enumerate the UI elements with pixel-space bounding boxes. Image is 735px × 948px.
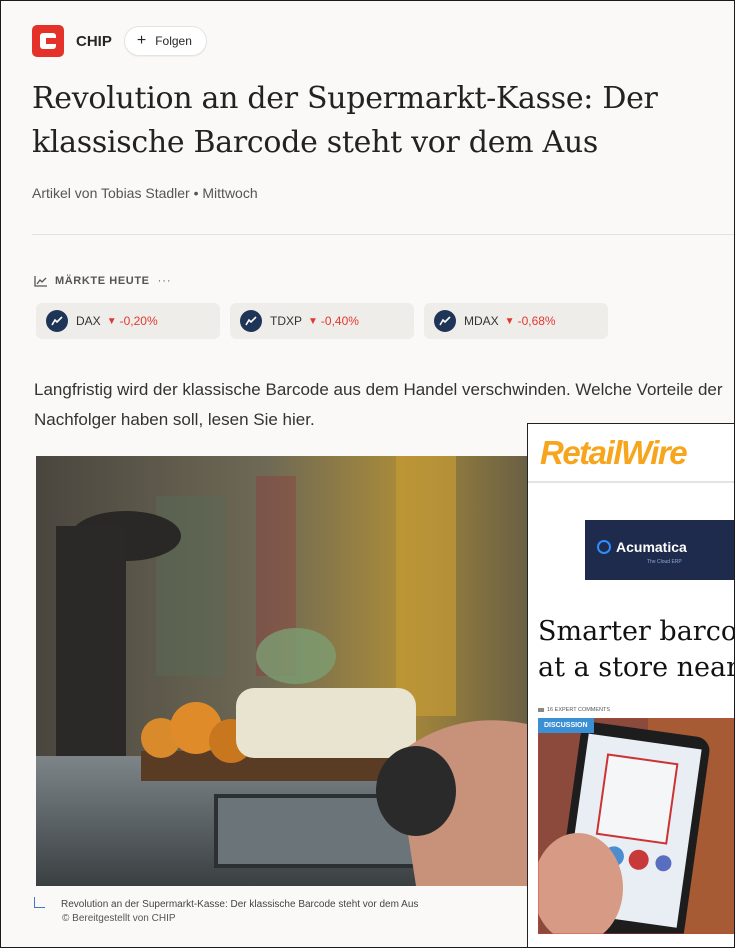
comment-icon bbox=[538, 708, 544, 712]
comments-label: 16 EXPERT COMMENTS bbox=[547, 707, 611, 713]
market-change: -0,20% bbox=[119, 314, 158, 328]
checkout-photo bbox=[36, 456, 556, 886]
market-chip-mdax[interactable]: MDAX ▼ -0,68% bbox=[424, 303, 608, 339]
more-options-icon[interactable]: ··· bbox=[158, 275, 172, 287]
msn-article-page: CHIP + Folgen Revolution an der Supermar… bbox=[0, 0, 735, 948]
image-credit: © Bereitgestellt von CHIP bbox=[62, 913, 176, 924]
down-arrow-icon: ▼ bbox=[308, 315, 318, 327]
market-index-icon bbox=[240, 310, 262, 332]
markets-label: MÄRKTE HEUTE bbox=[55, 275, 150, 287]
ad-brand-text: Acumatica bbox=[616, 539, 687, 555]
article-title: Revolution an der Supermarkt-Kasse: Der … bbox=[32, 81, 658, 160]
phone-photo bbox=[538, 718, 734, 934]
ad-tagline: The Cloud ERP bbox=[647, 559, 682, 565]
hero-image[interactable] bbox=[36, 456, 556, 886]
caption-text: Revolution an der Supermarkt-Kasse: Der … bbox=[61, 899, 419, 910]
ad-brand: Acumatica bbox=[597, 539, 687, 555]
phone-scan-image: DISCUSSION bbox=[538, 718, 734, 934]
market-index-icon bbox=[46, 310, 68, 332]
down-arrow-icon: ▼ bbox=[504, 315, 515, 327]
acumatica-logo-icon bbox=[597, 540, 611, 554]
publisher-row: CHIP + Folgen bbox=[32, 25, 207, 57]
plus-icon: + bbox=[136, 32, 147, 49]
down-arrow-icon: ▼ bbox=[106, 315, 117, 327]
markets-header: MÄRKTE HEUTE ··· bbox=[34, 275, 172, 287]
overlay-divider bbox=[528, 481, 734, 483]
publisher-name[interactable]: CHIP bbox=[76, 33, 112, 50]
market-name: MDAX bbox=[464, 314, 499, 328]
retailwire-overlay[interactable]: RetailWire Acumatica The Cloud ERP Smart… bbox=[527, 423, 734, 947]
follow-button[interactable]: + Folgen bbox=[123, 26, 207, 56]
market-change: -0,40% bbox=[320, 314, 359, 328]
expert-comments[interactable]: 16 EXPERT COMMENTS bbox=[538, 707, 610, 713]
overlay-headline[interactable]: Smarter barcodes at a store near you bbox=[538, 614, 734, 686]
market-name: DAX bbox=[76, 314, 101, 328]
chip-logo-icon[interactable] bbox=[32, 25, 64, 57]
market-chips: DAX ▼ -0,20% TDXP ▼ -0,40% MDAX ▼ -0,68% bbox=[36, 303, 618, 339]
market-change: -0,68% bbox=[517, 314, 556, 328]
discussion-badge: DISCUSSION bbox=[538, 718, 594, 733]
article-byline: Artikel von Tobias Stadler • Mittwoch bbox=[32, 185, 258, 201]
market-chip-tdxp[interactable]: TDXP ▼ -0,40% bbox=[230, 303, 414, 339]
caption-marker-icon bbox=[34, 897, 45, 908]
divider bbox=[32, 234, 734, 235]
image-caption: Revolution an der Supermarkt-Kasse: Der … bbox=[34, 897, 554, 924]
acumatica-ad[interactable]: Acumatica The Cloud ERP bbox=[585, 520, 734, 580]
retailwire-logo[interactable]: RetailWire bbox=[540, 434, 688, 472]
follow-label: Folgen bbox=[155, 34, 192, 48]
market-index-icon bbox=[434, 310, 456, 332]
market-name: TDXP bbox=[270, 314, 303, 328]
market-chip-dax[interactable]: DAX ▼ -0,20% bbox=[36, 303, 220, 339]
trend-chart-icon bbox=[34, 276, 47, 287]
